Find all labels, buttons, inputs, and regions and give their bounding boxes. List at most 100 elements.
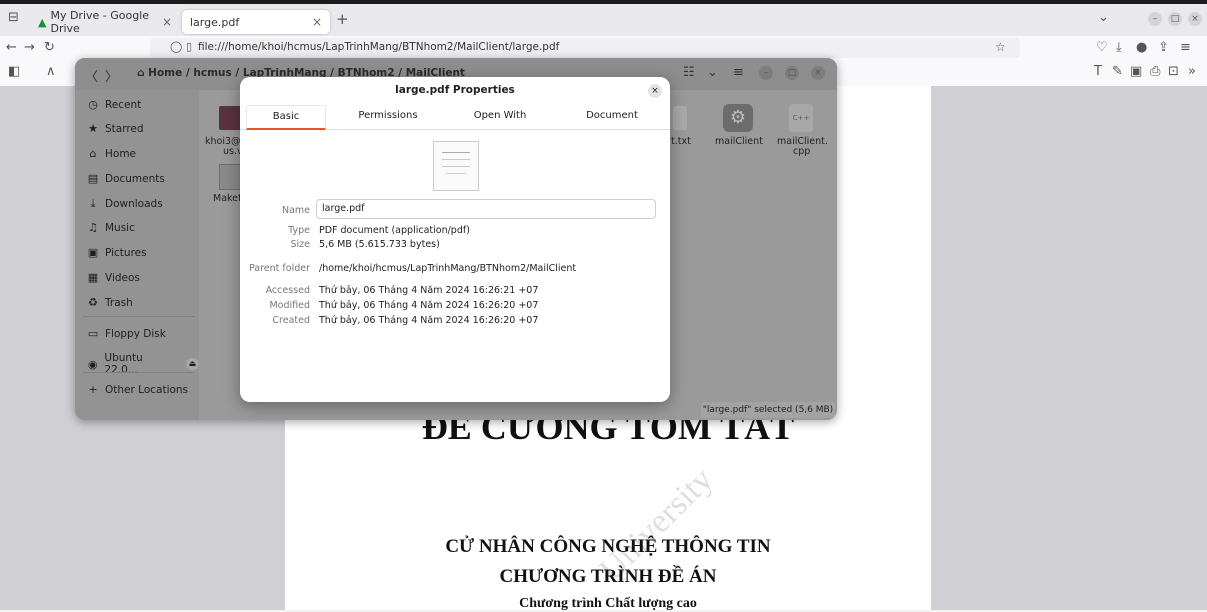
file-label[interactable]: t.txt xyxy=(671,136,691,147)
tab-open-with[interactable]: Open With xyxy=(454,105,546,127)
accessed-label: Accessed xyxy=(265,285,310,296)
sidebar-item-pictures[interactable]: ▣ Pictures xyxy=(87,246,147,259)
home-icon: ⌂ xyxy=(89,147,97,160)
file-label[interactable]: mailClient xyxy=(715,136,763,147)
tab-permissions[interactable]: Permissions xyxy=(342,105,434,127)
accessed-value: Thứ bảy, 06 Tháng 4 Năm 2024 16:26:21 +0… xyxy=(319,285,539,296)
sidebar-item-downloads[interactable]: ⤓ Downloads xyxy=(87,197,163,211)
list-view-icon[interactable]: ☷ xyxy=(683,65,695,80)
size-label: Size xyxy=(290,239,310,250)
folder-icon[interactable] xyxy=(219,106,241,130)
file-icon: ▯ xyxy=(186,40,193,53)
sidebar-item-recent[interactable]: ◷ Recent xyxy=(87,98,141,111)
size-value: 5,6 MB (5.615.733 bytes) xyxy=(319,239,440,250)
breadcrumb-home[interactable]: Home xyxy=(148,67,182,79)
tab-label: large.pdf xyxy=(190,15,240,29)
sidebar-item-other-locations[interactable]: + Other Locations xyxy=(87,383,188,396)
created-label: Created xyxy=(272,315,310,326)
disc-icon: ◉ xyxy=(87,357,98,371)
text-tool-icon[interactable]: T xyxy=(1094,64,1102,79)
executable-icon[interactable]: ⚙ xyxy=(723,104,753,132)
file-label[interactable]: Makef xyxy=(213,193,241,204)
pdf-line-2: CHƯƠNG TRÌNH ĐỀ ÁN xyxy=(499,566,717,587)
sidebar-divider xyxy=(83,316,195,317)
sidebar-item-home[interactable]: ⌂ Home xyxy=(87,147,137,160)
pocket-icon[interactable]: ♡ xyxy=(1096,40,1108,55)
close-window-icon[interactable]: × xyxy=(811,66,825,80)
maximize-icon[interactable]: □ xyxy=(1168,12,1182,26)
image-tool-icon[interactable]: ▣ xyxy=(1130,64,1142,79)
dialog-tabs: Basic Permissions Open With Document xyxy=(240,105,670,130)
save-icon[interactable]: ⊡ xyxy=(1168,64,1179,79)
file-thumbnail xyxy=(433,141,479,191)
draw-tool-icon[interactable]: ✎ xyxy=(1112,64,1123,79)
close-tab-icon[interactable]: × xyxy=(162,15,172,29)
forward-icon[interactable]: 〉 xyxy=(105,66,118,85)
minimize-icon[interactable]: – xyxy=(1148,12,1162,26)
sidebar-item-starred[interactable]: ★ Starred xyxy=(87,122,144,135)
document-icon: ▤ xyxy=(87,172,99,185)
sidebar-item-trash[interactable]: ♻ Trash xyxy=(87,296,133,309)
parent-folder-value[interactable]: /home/khoi/hcmus/LapTrinhMang/BTNhom2/Ma… xyxy=(319,263,576,274)
type-value: PDF document (application/pdf) xyxy=(319,225,470,236)
google-drive-icon: ▲ xyxy=(38,15,47,29)
cpp-file-icon[interactable]: C++ xyxy=(789,104,813,132)
download-icon: ⤓ xyxy=(90,197,96,210)
tab-large-pdf[interactable]: large.pdf × xyxy=(182,10,330,34)
sidebar-toggle-icon[interactable]: ◧ xyxy=(8,64,20,79)
sidebar-item-documents[interactable]: ▤ Documents xyxy=(87,172,165,185)
sidebar-item-videos[interactable]: ▦ Videos xyxy=(87,271,140,284)
maximize-icon[interactable]: □ xyxy=(785,66,799,80)
sidebar-item-music[interactable]: ♫ Music xyxy=(87,221,135,234)
print-icon[interactable]: ⎙ xyxy=(1150,64,1160,79)
file-label[interactable]: cpp xyxy=(793,146,810,157)
floppy-icon: ▭ xyxy=(87,327,99,340)
previous-page-icon[interactable]: ∧ xyxy=(46,64,56,79)
picture-icon: ▣ xyxy=(87,246,99,259)
close-icon[interactable]: × xyxy=(648,84,662,98)
type-label: Type xyxy=(288,225,310,236)
tab-google-drive[interactable]: ▲ My Drive - Google Drive × xyxy=(30,9,180,35)
name-field[interactable]: large.pdf xyxy=(316,199,656,219)
bookmark-star-icon[interactable]: ☆ xyxy=(995,40,1006,54)
minimize-icon[interactable]: – xyxy=(759,66,773,80)
properties-dialog: large.pdf Properties × Basic Permissions… xyxy=(240,77,670,402)
forward-icon[interactable]: → xyxy=(24,40,35,55)
modified-value: Thứ bảy, 06 Tháng 4 Năm 2024 16:26:20 +0… xyxy=(319,300,539,311)
pdf-line-1: CỬ NHÂN CÔNG NGHỆ THÔNG TIN xyxy=(445,536,771,557)
tab-document[interactable]: Document xyxy=(566,105,658,127)
menu-icon[interactable]: ≡ xyxy=(733,65,744,80)
more-tools-icon[interactable]: » xyxy=(1188,64,1196,79)
video-icon: ▦ xyxy=(87,271,99,284)
text-file-icon[interactable] xyxy=(673,106,687,130)
created-value: Thứ bảy, 06 Tháng 4 Năm 2024 16:26:20 +0… xyxy=(319,315,539,326)
browser-tab-bar: ⊟ ▲ My Drive - Google Drive × large.pdf … xyxy=(0,0,1207,36)
home-icon[interactable]: ⌂ xyxy=(137,67,148,79)
chevron-down-icon[interactable]: ⌄ xyxy=(1098,10,1109,25)
trash-icon: ♻ xyxy=(88,296,98,309)
breadcrumb-hcmus[interactable]: hcmus xyxy=(193,67,231,79)
extension-icon[interactable]: ● xyxy=(1136,40,1147,55)
tab-list-icon[interactable]: ⊟ xyxy=(8,10,19,25)
close-window-icon[interactable]: × xyxy=(1188,12,1202,26)
sidebar-divider xyxy=(83,372,195,373)
file-manager-sidebar: ◷ Recent ★ Starred ⌂ Home ▤ Documents ⤓ Downl… xyxy=(75,90,199,420)
clock-icon: ◷ xyxy=(88,98,98,111)
menu-icon[interactable]: ≡ xyxy=(1180,40,1191,55)
sidebar-item-floppy-disk[interactable]: ▭ Floppy Disk xyxy=(87,327,166,340)
eject-icon[interactable]: ⏏ xyxy=(185,358,199,370)
download-icon[interactable]: ⤓ xyxy=(1116,40,1122,55)
reload-icon[interactable]: ↻ xyxy=(44,40,55,55)
share-icon[interactable]: ⇪ xyxy=(1158,40,1169,55)
url-text: file:///home/khoi/hcmus/LapTrinhMang/BTN… xyxy=(198,41,560,53)
back-icon[interactable]: ← xyxy=(6,40,17,55)
music-icon: ♫ xyxy=(88,221,98,234)
new-tab-button[interactable]: + xyxy=(336,10,349,28)
close-tab-icon[interactable]: × xyxy=(312,15,322,29)
view-options-icon[interactable]: ⌄ xyxy=(707,65,718,80)
tab-basic[interactable]: Basic xyxy=(246,105,326,130)
plus-icon: + xyxy=(88,383,98,396)
back-icon[interactable]: 〈 xyxy=(85,66,98,85)
shield-icon[interactable]: ◯ xyxy=(170,40,182,53)
url-field[interactable]: ◯ ▯ file:///home/khoi/hcmus/LapTrinhMang… xyxy=(150,38,1020,58)
